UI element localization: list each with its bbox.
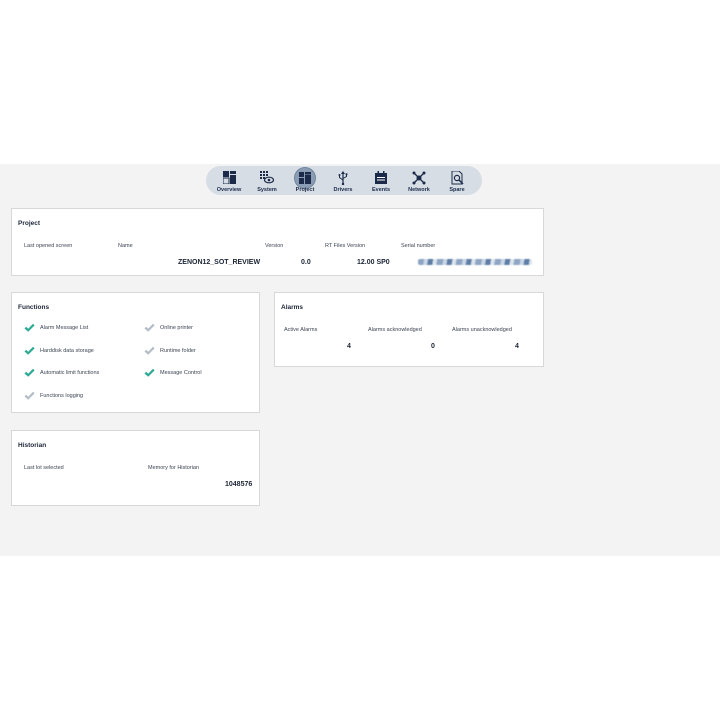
- historian-panel: Historian Last lot selected Memory for H…: [11, 430, 260, 506]
- calendar-icon: [372, 169, 390, 186]
- nav-drivers-label: Drivers: [333, 187, 353, 193]
- check-disabled-icon: [144, 346, 155, 355]
- nav-events-label: Events: [371, 187, 391, 193]
- nav-project[interactable]: Project: [286, 166, 324, 195]
- nav-spare-label: Spare: [449, 187, 465, 193]
- project-panel: Project Last opened screen Name ZENON12_…: [11, 208, 544, 276]
- serial-label: Serial number: [401, 243, 436, 249]
- alarms-panel: Alarms Active Alarms 4 Alarms acknowledg…: [274, 292, 544, 367]
- nav-system-label: System: [257, 187, 277, 193]
- project-title: Project: [18, 220, 41, 227]
- functions-title: Functions: [18, 304, 50, 311]
- nav-overview-label: Overview: [216, 187, 242, 193]
- active-alarms-value: 4: [347, 343, 351, 350]
- historian-title: Historian: [18, 442, 47, 449]
- active-alarms-label: Active Alarms: [284, 327, 318, 333]
- memory-historian-value: 1048576: [225, 481, 253, 488]
- name-value: ZENON12_SOT_REVIEW: [178, 259, 261, 266]
- check-enabled-icon: [24, 323, 35, 332]
- system-icon: [258, 169, 276, 186]
- name-label: Name: [118, 243, 133, 249]
- function-item: Runtime folder: [144, 346, 196, 356]
- nav-events[interactable]: Events: [362, 166, 400, 195]
- network-icon: [410, 169, 428, 186]
- check-enabled-icon: [24, 346, 35, 355]
- top-navigation: Overview System Project Drivers Events N…: [206, 166, 482, 195]
- rt-files-value: 12.00 SP0: [357, 259, 390, 266]
- nav-project-label: Project: [295, 187, 315, 193]
- serial-number-redacted: [418, 259, 532, 265]
- usb-icon: [334, 169, 352, 186]
- function-item: Automatic limit functions: [24, 368, 99, 378]
- check-disabled-icon: [144, 323, 155, 332]
- nav-drivers[interactable]: Drivers: [324, 166, 362, 195]
- nav-system[interactable]: System: [248, 166, 286, 195]
- alarms-acknowledged-value: 0: [431, 343, 435, 350]
- functions-panel: Functions Alarm Message List Online print…: [11, 292, 260, 413]
- version-label: Version: [265, 243, 284, 249]
- function-item: Functions logging: [24, 391, 83, 401]
- function-item-label: Online printer: [160, 325, 194, 331]
- nav-network-label: Network: [408, 187, 430, 193]
- alarms-unacknowledged-value: 4: [515, 343, 519, 350]
- check-disabled-icon: [24, 391, 35, 400]
- function-item: Harddisk data storage: [24, 346, 94, 356]
- function-item-label: Runtime folder: [160, 348, 196, 354]
- function-item-label: Message Control: [160, 370, 202, 376]
- alarms-title: Alarms: [281, 304, 304, 311]
- check-enabled-icon: [144, 368, 155, 377]
- function-item: Message Control: [144, 368, 202, 378]
- function-item-label: Automatic limit functions: [40, 370, 100, 376]
- last-lot-label: Last lot selected: [24, 465, 64, 471]
- check-enabled-icon: [24, 368, 35, 377]
- rt-files-label: RT Files Version: [325, 243, 366, 249]
- overview-icon: [220, 169, 238, 186]
- nav-overview[interactable]: Overview: [210, 166, 248, 195]
- version-value: 0.0: [301, 259, 311, 266]
- function-item-label: Harddisk data storage: [40, 348, 94, 354]
- alarms-unacknowledged-label: Alarms unacknowledged: [452, 327, 512, 333]
- function-item-label: Functions logging: [40, 393, 84, 399]
- spare-icon: [448, 169, 466, 186]
- function-item: Alarm Message List: [24, 323, 88, 333]
- memory-historian-label: Memory for Historian: [148, 465, 200, 471]
- nav-spare[interactable]: Spare: [438, 166, 476, 195]
- function-item-label: Alarm Message List: [40, 325, 89, 331]
- last-opened-label: Last opened screen: [24, 243, 73, 249]
- alarms-acknowledged-label: Alarms acknowledged: [368, 327, 422, 333]
- project-icon: [295, 168, 315, 188]
- nav-network[interactable]: Network: [400, 166, 438, 195]
- function-item: Online printer: [144, 323, 193, 333]
